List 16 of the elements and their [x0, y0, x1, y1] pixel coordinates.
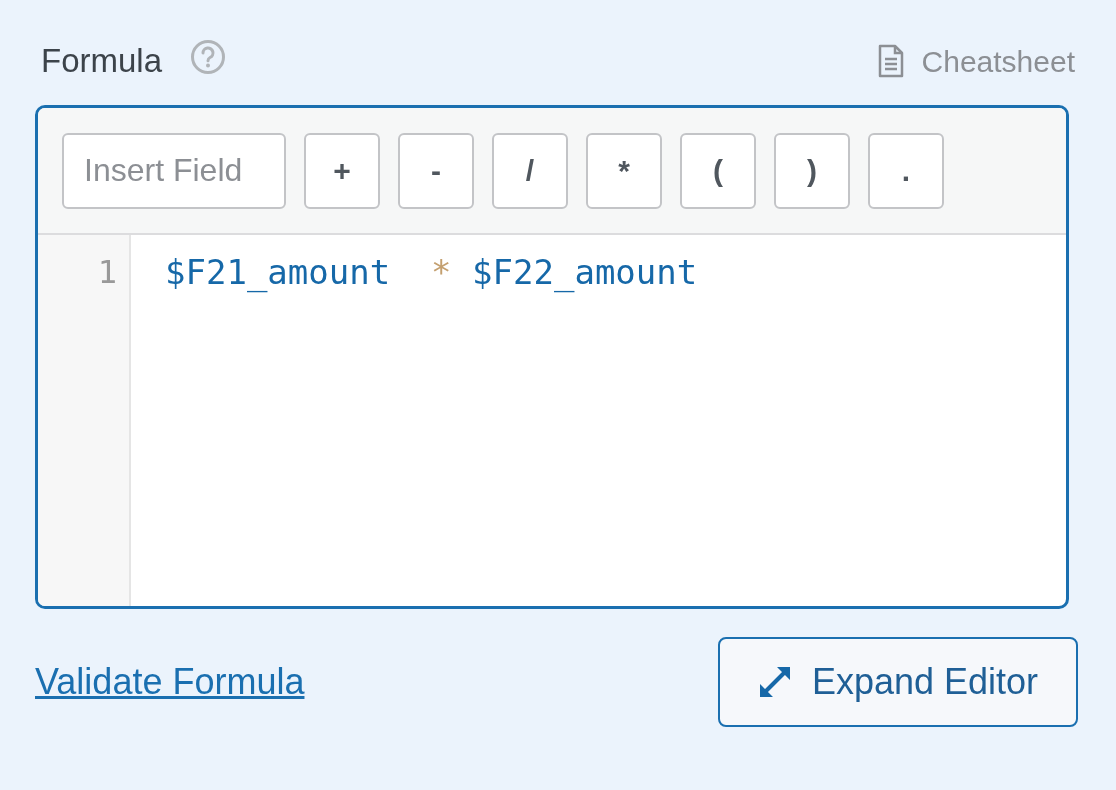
operator-button[interactable]: ( — [680, 132, 756, 209]
operator-button[interactable]: . — [868, 132, 944, 209]
insert-field-input[interactable]: Insert Field — [62, 132, 286, 209]
expand-arrows-icon — [757, 665, 792, 699]
help-icon[interactable] — [190, 39, 227, 75]
document-icon — [877, 44, 904, 78]
line-number: 1 — [97, 252, 117, 293]
code-line: $F21_amount * $F22_amount — [165, 251, 698, 295]
operator-button[interactable]: - — [398, 132, 474, 209]
operator-button[interactable]: / — [492, 132, 568, 209]
operator-button[interactable]: ) — [774, 132, 850, 209]
expand-editor-button[interactable]: Expand Editor — [718, 637, 1078, 727]
field-label: Formula — [41, 41, 163, 82]
operator-button[interactable]: * — [586, 132, 662, 209]
operator-button[interactable]: + — [304, 132, 380, 209]
validate-formula-link[interactable]: Validate Formula — [35, 655, 305, 709]
